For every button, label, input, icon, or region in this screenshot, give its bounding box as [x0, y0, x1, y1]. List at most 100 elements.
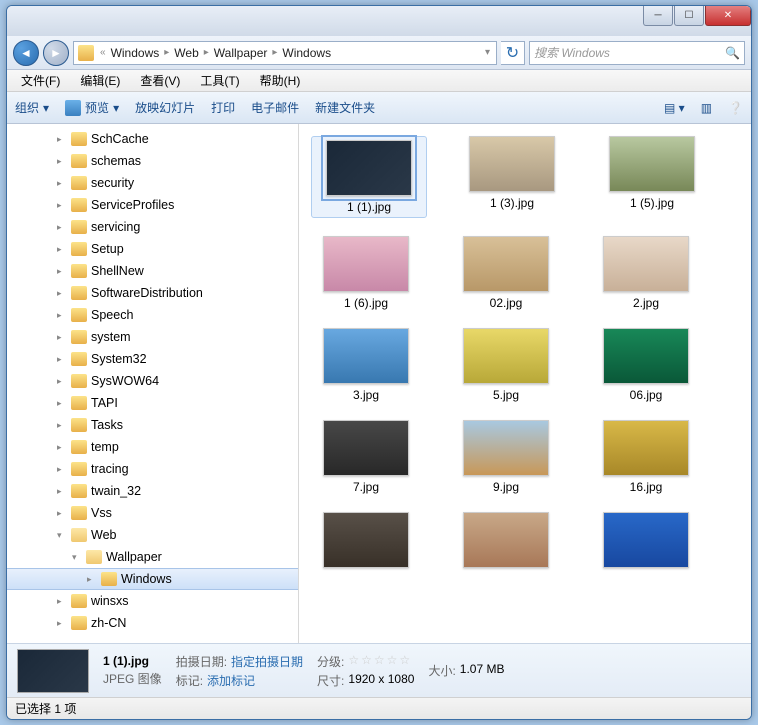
expand-icon[interactable]: ▸	[57, 596, 67, 607]
menu-item[interactable]: 编辑(E)	[70, 70, 130, 91]
thumbnail-item[interactable]	[591, 512, 701, 572]
tree-item[interactable]: ▸SysWOW64	[7, 370, 298, 392]
expand-icon[interactable]: ▸	[57, 156, 67, 167]
file-list[interactable]: 1 (1).jpg 1 (3).jpg 1 (5).jpg 1 (6).jpg 02.j…	[299, 124, 751, 643]
tree-item[interactable]: ▸twain_32	[7, 480, 298, 502]
expand-icon[interactable]: ▸	[57, 376, 67, 387]
thumbnail-item[interactable]: 06.jpg	[591, 328, 701, 402]
breadcrumb-item[interactable]: Windows	[279, 46, 334, 60]
details-pane: 1 (1).jpg JPEG 图像 拍摄日期:指定拍摄日期 标记:添加标记 分级…	[7, 643, 751, 697]
thumbnail-item[interactable]: 1 (6).jpg	[311, 236, 421, 310]
menu-item[interactable]: 帮助(H)	[250, 70, 311, 91]
expand-icon[interactable]: ▸	[57, 618, 67, 629]
tree-item[interactable]: ▸SoftwareDistribution	[7, 282, 298, 304]
dropdown-icon[interactable]: ▾	[483, 47, 492, 58]
expand-icon[interactable]: ▸	[57, 200, 67, 211]
email-button[interactable]: 电子邮件	[251, 99, 299, 116]
thumbnail-item[interactable]	[451, 512, 561, 572]
close-button[interactable]: ✕	[705, 6, 751, 26]
expand-icon[interactable]: ▸	[57, 442, 67, 453]
expand-icon[interactable]: ▾	[72, 552, 82, 563]
forward-button[interactable]: ►	[43, 40, 69, 66]
tree-item[interactable]: ▸system	[7, 326, 298, 348]
tree-item[interactable]: ▸temp	[7, 436, 298, 458]
tree-item[interactable]: ▸System32	[7, 348, 298, 370]
back-button[interactable]: ◄	[13, 40, 39, 66]
expand-icon[interactable]: ▸	[57, 244, 67, 255]
expand-icon[interactable]: ▸	[57, 266, 67, 277]
thumbnail-item[interactable]: 1 (3).jpg	[457, 136, 567, 218]
address-bar[interactable]: « Windows ▸ Web ▸ Wallpaper ▸ Windows ▾	[73, 41, 497, 65]
print-button[interactable]: 打印	[211, 99, 235, 116]
expand-icon[interactable]: ▸	[87, 574, 97, 585]
folder-icon	[71, 440, 87, 454]
expand-icon[interactable]: ▸	[57, 332, 67, 343]
tree-item[interactable]: ▸security	[7, 172, 298, 194]
thumbnail-item[interactable]: 02.jpg	[451, 236, 561, 310]
tree-item[interactable]: ▸Tasks	[7, 414, 298, 436]
help-button[interactable]: ❔	[728, 101, 743, 115]
organize-button[interactable]: 组织 ▾	[15, 99, 49, 116]
menu-item[interactable]: 文件(F)	[11, 70, 70, 91]
search-input[interactable]: 搜索 Windows 🔍	[529, 41, 745, 65]
preview-button[interactable]: 预览 ▾	[65, 99, 119, 116]
expand-icon[interactable]: ▸	[57, 486, 67, 497]
thumbnail-item[interactable]: 1 (1).jpg	[311, 136, 427, 218]
expand-icon[interactable]: ▸	[57, 178, 67, 189]
tree-label: schemas	[91, 154, 141, 168]
rating-stars[interactable]: ☆☆☆☆☆	[348, 653, 412, 670]
titlebar[interactable]: ─ ☐ ✕	[7, 6, 751, 36]
folder-icon	[78, 45, 94, 61]
tree-item[interactable]: ▸TAPI	[7, 392, 298, 414]
expand-icon[interactable]: ▸	[57, 288, 67, 299]
expand-icon[interactable]: ▸	[57, 398, 67, 409]
breadcrumb-item[interactable]: Windows	[108, 46, 163, 60]
refresh-button[interactable]: ↻	[501, 41, 525, 65]
tree-item[interactable]: ▸winsxs	[7, 590, 298, 612]
menu-item[interactable]: 查看(V)	[130, 70, 190, 91]
thumbnail-item[interactable]: 5.jpg	[451, 328, 561, 402]
folder-tree[interactable]: ▸SchCache▸schemas▸security▸ServiceProfil…	[7, 124, 299, 643]
expand-icon[interactable]: ▸	[57, 354, 67, 365]
tree-item[interactable]: ▾Wallpaper	[7, 546, 298, 568]
tree-item[interactable]: ▸Speech	[7, 304, 298, 326]
preview-pane-button[interactable]: ▥	[701, 101, 712, 115]
expand-icon[interactable]: ▸	[57, 134, 67, 145]
menu-item[interactable]: 工具(T)	[190, 70, 249, 91]
minimize-button[interactable]: ─	[643, 6, 673, 26]
date-value[interactable]: 指定拍摄日期	[231, 653, 303, 670]
breadcrumb-item[interactable]: Web	[171, 46, 201, 60]
tree-label: servicing	[91, 220, 140, 234]
tree-item[interactable]: ▸ServiceProfiles	[7, 194, 298, 216]
thumbnail-item[interactable]: 2.jpg	[591, 236, 701, 310]
tree-item[interactable]: ▸Windows	[7, 568, 298, 590]
expand-icon[interactable]: ▸	[57, 464, 67, 475]
tree-item[interactable]: ▸ schemas	[7, 150, 298, 172]
tag-value[interactable]: 添加标记	[207, 672, 255, 689]
thumbnail-item[interactable]: 9.jpg	[451, 420, 561, 494]
expand-icon[interactable]: ▸	[57, 508, 67, 519]
breadcrumb-item[interactable]: Wallpaper	[211, 46, 271, 60]
thumbnail-item[interactable]: 3.jpg	[311, 328, 421, 402]
thumbnail-item[interactable]	[311, 512, 421, 572]
thumbnail-item[interactable]: 7.jpg	[311, 420, 421, 494]
tree-item[interactable]: ▸SchCache	[7, 128, 298, 150]
tree-item[interactable]: ▸ShellNew	[7, 260, 298, 282]
tree-item[interactable]: ▸ servicing	[7, 216, 298, 238]
expand-icon[interactable]: ▸	[57, 222, 67, 233]
thumbnail-item[interactable]: 1 (5).jpg	[597, 136, 707, 218]
tree-item[interactable]: ▸tracing	[7, 458, 298, 480]
thumbnail-item[interactable]: 16.jpg	[591, 420, 701, 494]
view-options-button[interactable]: ▤ ▾	[664, 101, 685, 115]
expand-icon[interactable]: ▸	[57, 310, 67, 321]
expand-icon[interactable]: ▸	[57, 420, 67, 431]
expand-icon[interactable]: ▾	[57, 530, 67, 541]
tree-item[interactable]: ▾Web	[7, 524, 298, 546]
tree-item[interactable]: ▸Vss	[7, 502, 298, 524]
slideshow-button[interactable]: 放映幻灯片	[135, 99, 195, 116]
maximize-button[interactable]: ☐	[674, 6, 704, 26]
tree-item[interactable]: ▸zh-CN	[7, 612, 298, 634]
tree-item[interactable]: ▸Setup	[7, 238, 298, 260]
newfolder-button[interactable]: 新建文件夹	[315, 99, 375, 116]
menubar: 文件(F)编辑(E)查看(V)工具(T)帮助(H)	[7, 70, 751, 92]
